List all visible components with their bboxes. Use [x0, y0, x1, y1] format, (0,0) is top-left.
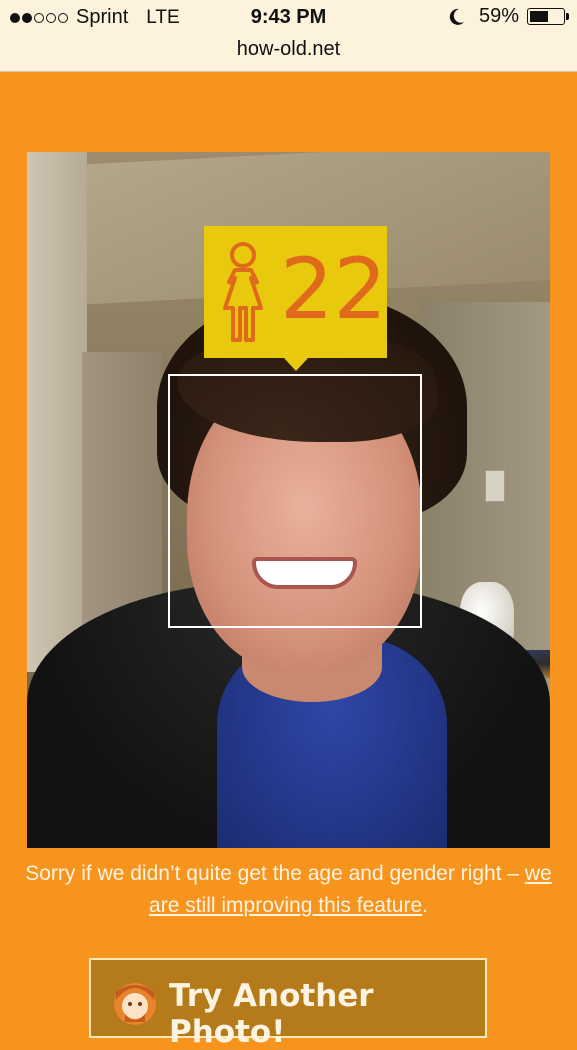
accuracy-message: Sorry if we didn’t quite get the age and…: [20, 858, 557, 922]
light-switch: [485, 470, 505, 502]
face-detection-box: [168, 374, 422, 628]
try-another-photo-button[interactable]: Try Another Photo!: [89, 958, 487, 1050]
age-tag: 22: [204, 226, 387, 371]
estimated-age: 22: [280, 240, 387, 338]
message-text: Sorry if we didn’t quite get the age and…: [25, 862, 525, 885]
browser-status-bar: Sprint LTE 9:43 PM 59% how-old.net: [0, 0, 577, 72]
battery-level: [530, 11, 548, 22]
message-suffix: .: [422, 894, 428, 917]
analyzed-photo: 22: [27, 152, 550, 848]
moon-icon: [449, 8, 464, 25]
face-avatar-icon: [114, 983, 156, 1025]
try-another-photo-label: Try Another Photo!: [169, 978, 374, 1050]
battery-percent: 59%: [478, 5, 519, 27]
status-right: 59%: [449, 5, 569, 28]
battery-icon: [527, 8, 569, 25]
female-icon: [223, 242, 263, 342]
address-url[interactable]: how-old.net: [0, 38, 577, 61]
